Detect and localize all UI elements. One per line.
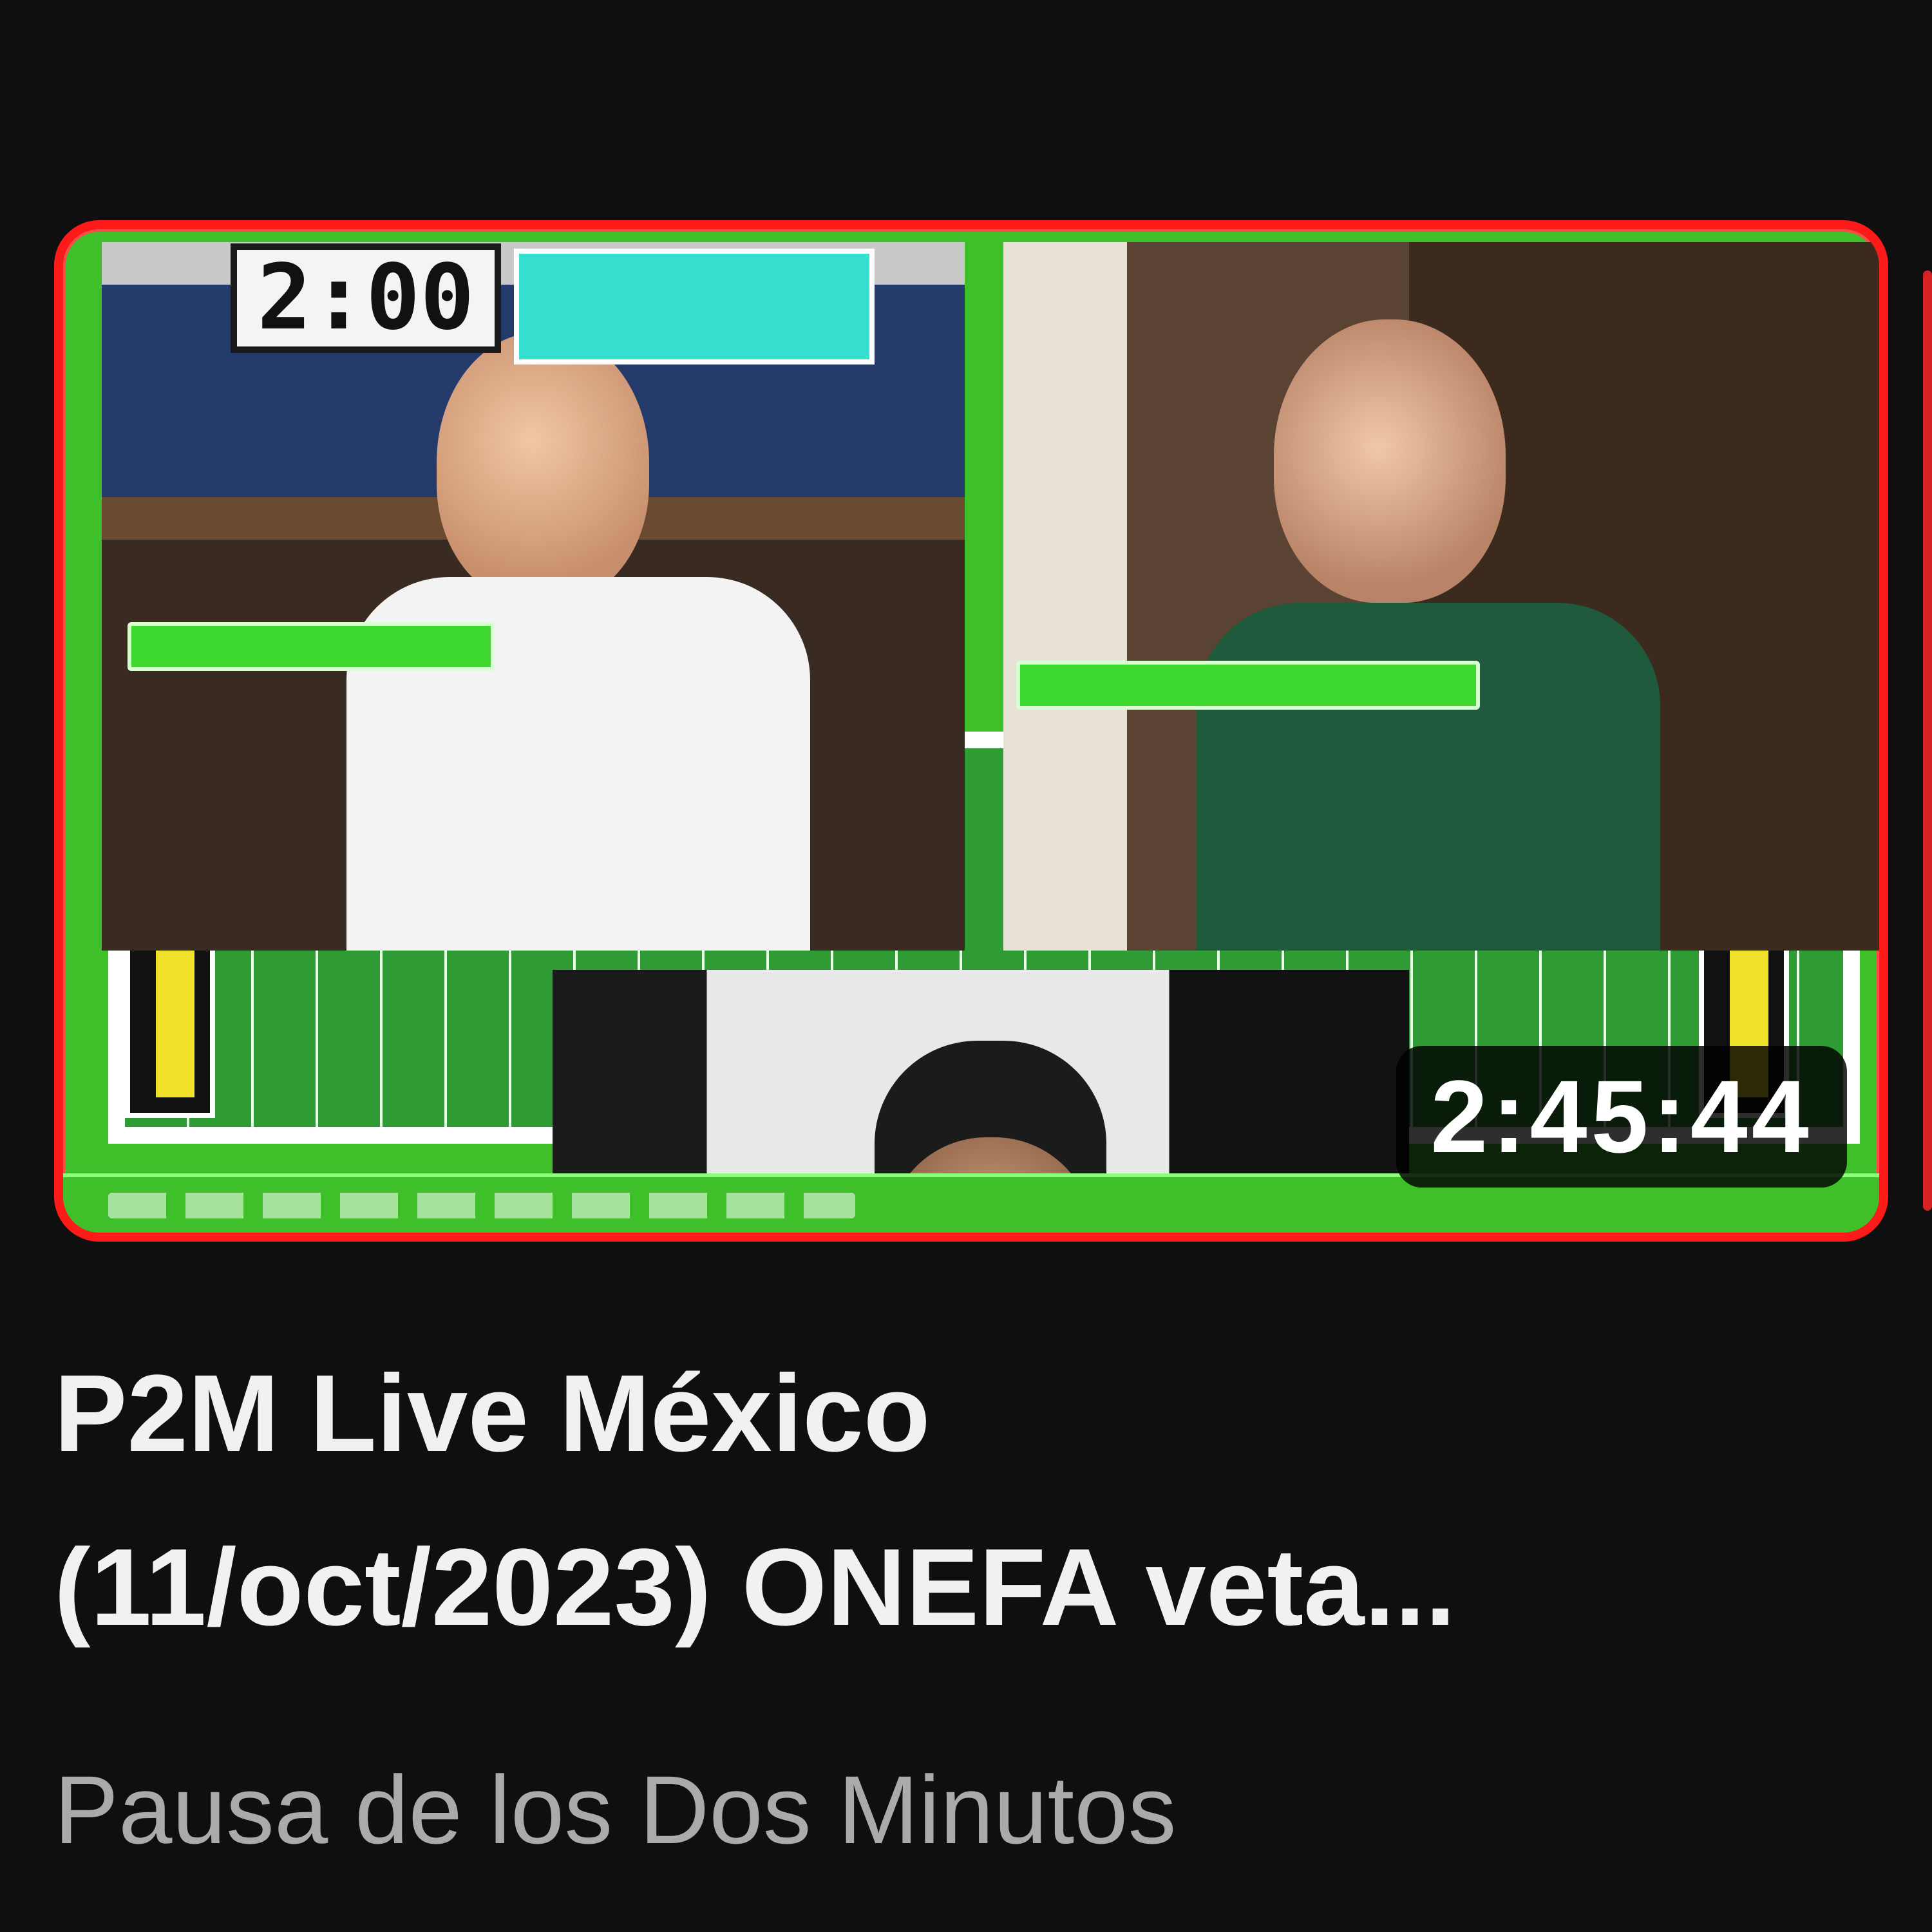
participant-video-top-right	[1003, 242, 1879, 951]
duration-badge: 2:45:44	[1396, 1046, 1847, 1188]
show-banner-graphic	[514, 249, 875, 365]
video-title[interactable]: P2M Live México (11/oct/2023) ONEFA veta…	[54, 1327, 1793, 1674]
participant-name-tag	[128, 622, 495, 671]
channel-name[interactable]: Pausa de los Dos Minutos	[54, 1752, 1177, 1868]
next-card-edge	[1923, 270, 1932, 1211]
video-title-line-2: (11/oct/2023) ONEFA veta...	[54, 1526, 1456, 1649]
participant-name-tag	[1016, 661, 1480, 710]
video-title-line-1: P2M Live México	[54, 1352, 931, 1475]
video-thumbnail[interactable]: 2:00 2:45:44	[54, 220, 1888, 1242]
clock-overlay: 2:00	[231, 243, 501, 353]
video-card[interactable]: 2:00 2:45:44 P2M Live México (11/oct/202…	[0, 0, 1932, 1932]
